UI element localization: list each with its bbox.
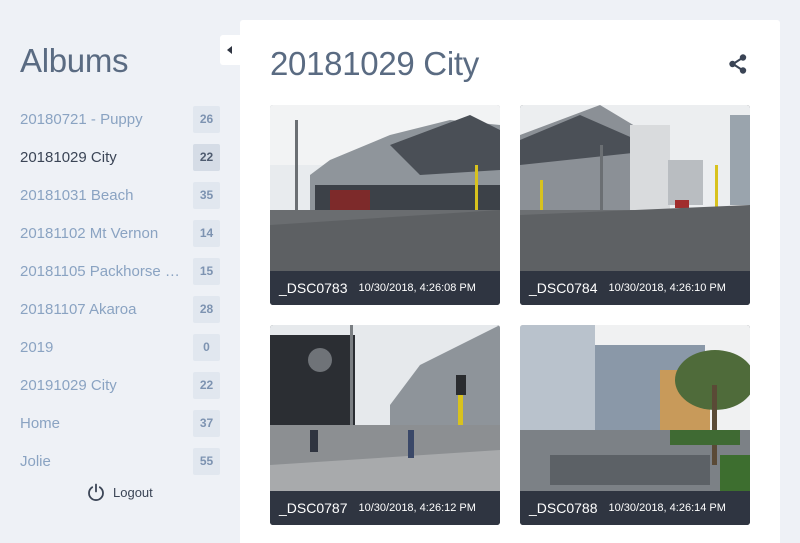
photo-caption: _DSC0784 10/30/2018, 4:26:10 PM — [520, 271, 750, 305]
album-count-badge: 55 — [193, 447, 220, 475]
album-item-20191029-city[interactable]: 20191029 City 22 — [20, 366, 220, 404]
album-name: 20181031 Beach — [20, 186, 134, 204]
album-name: 20181102 Mt Vernon — [20, 224, 159, 242]
photo-filename: _DSC0787 — [279, 500, 348, 516]
album-count-badge: 22 — [193, 143, 220, 171]
album-count-badge: 22 — [193, 371, 220, 399]
album-count-badge: 15 — [193, 257, 220, 285]
album-name: 20180721 - Puppy — [20, 110, 143, 128]
album-list: 20180721 - Puppy 26 20181029 City 22 201… — [20, 100, 220, 480]
photo-date: 10/30/2018, 4:26:12 PM — [358, 502, 476, 514]
album-item-2019[interactable]: 2019 0 — [20, 328, 220, 366]
photo-card[interactable]: _DSC0784 10/30/2018, 4:26:10 PM — [520, 105, 750, 305]
photo-caption: _DSC0788 10/30/2018, 4:26:14 PM — [520, 491, 750, 525]
album-name: 20181105 Packhorse … — [20, 262, 180, 280]
album-count-badge: 35 — [193, 181, 220, 209]
album-count-badge: 26 — [193, 105, 220, 133]
album-item-20181105-packhorse[interactable]: 20181105 Packhorse … 15 — [20, 252, 220, 290]
album-item-20181102-mt-vernon[interactable]: 20181102 Mt Vernon 14 — [20, 214, 220, 252]
share-icon — [729, 54, 747, 74]
album-name: Jolie — [20, 452, 51, 470]
logout-button[interactable]: Logout — [86, 482, 153, 502]
photo-card[interactable]: _DSC0788 10/30/2018, 4:26:14 PM — [520, 325, 750, 525]
album-name: 20181029 City — [20, 148, 117, 166]
sidebar-title: Albums — [20, 42, 129, 79]
photo-card[interactable]: _DSC0783 10/30/2018, 4:26:08 PM — [270, 105, 500, 305]
album-item-home[interactable]: Home 37 — [20, 404, 220, 442]
album-name: 2019 — [20, 338, 54, 356]
album-item-20181031-beach[interactable]: 20181031 Beach 35 — [20, 176, 220, 214]
sidebar: Albums 20180721 - Puppy 26 20181029 City… — [0, 0, 240, 543]
album-count-badge: 28 — [193, 295, 220, 323]
photo-card[interactable]: _DSC0787 10/30/2018, 4:26:12 PM — [270, 325, 500, 525]
power-icon — [88, 483, 104, 501]
album-name: 20181107 Akaroa — [20, 300, 137, 318]
album-item-20181029-city[interactable]: 20181029 City 22 — [20, 138, 220, 176]
album-count-badge: 14 — [193, 219, 220, 247]
album-item-20181107-akaroa[interactable]: 20181107 Akaroa 28 — [20, 290, 220, 328]
logout-label: Logout — [113, 484, 153, 500]
photo-thumbnail — [270, 105, 500, 271]
collapse-sidebar-button[interactable] — [220, 35, 240, 65]
photo-date: 10/30/2018, 4:26:08 PM — [358, 282, 476, 294]
photo-date: 10/30/2018, 4:26:14 PM — [608, 502, 726, 514]
photo-caption: _DSC0783 10/30/2018, 4:26:08 PM — [270, 271, 500, 305]
photo-filename: _DSC0788 — [529, 500, 598, 516]
photo-filename: _DSC0783 — [279, 280, 348, 296]
album-name: 20191029 City — [20, 376, 117, 394]
album-item-jolie[interactable]: Jolie 55 — [20, 442, 220, 480]
photo-thumbnail — [520, 105, 750, 271]
album-name: Home — [20, 414, 61, 432]
album-count-badge: 37 — [193, 409, 220, 437]
album-item-20180721-puppy[interactable]: 20180721 - Puppy 26 — [20, 100, 220, 138]
album-panel: 20181029 City _DSC0783 10/30/2018, 4:26:… — [240, 20, 780, 543]
share-button[interactable] — [727, 53, 749, 80]
photo-caption: _DSC0787 10/30/2018, 4:26:12 PM — [270, 491, 500, 525]
photo-thumbnail — [270, 325, 500, 491]
photo-thumbnail — [520, 325, 750, 491]
photo-filename: _DSC0784 — [529, 280, 598, 296]
album-count-badge: 0 — [193, 333, 220, 361]
caret-left-icon — [227, 46, 232, 54]
page-title: 20181029 City — [270, 45, 479, 82]
photo-date: 10/30/2018, 4:26:10 PM — [608, 282, 726, 294]
